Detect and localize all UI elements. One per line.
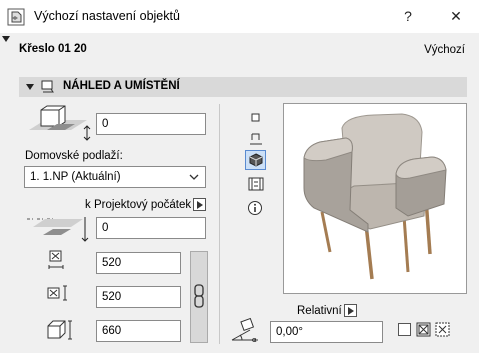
placement-section-icon — [41, 80, 54, 93]
depth-input[interactable]: 520 — [96, 286, 181, 308]
elevation-input[interactable]: 0 — [96, 113, 206, 135]
mirror-on-icon[interactable] — [416, 322, 431, 337]
rotation-angle-icon: α — [231, 317, 258, 344]
height-input[interactable]: 660 — [96, 320, 181, 342]
section-title: NÁHLED A UMÍSTĚNÍ — [63, 80, 180, 92]
triangle-down-icon[interactable] — [26, 84, 34, 90]
mirror-off-icon[interactable] — [435, 322, 450, 337]
armchair-preview-image — [303, 113, 447, 280]
info-icon[interactable] — [247, 200, 263, 216]
relative-menu-button[interactable] — [344, 304, 357, 317]
svg-text:α: α — [252, 336, 257, 344]
width-dimension-icon — [48, 250, 64, 269]
elevation-to-reference-icon — [27, 217, 89, 242]
home-story-label: Domovské podlaží: — [25, 150, 123, 162]
home-story-value: 1. 1.NP (Aktuální) — [30, 171, 121, 183]
list-view-icon[interactable] — [248, 176, 264, 192]
archicad-object-icon — [7, 8, 25, 26]
section-header[interactable]: NÁHLED A UMÍSTĚNÍ — [19, 77, 467, 97]
keep-proportions-toggle[interactable] — [190, 251, 208, 343]
close-button[interactable]: ✕ — [442, 4, 470, 28]
elevation-to-story-icon — [29, 105, 91, 141]
panel-collapse-icon[interactable] — [2, 36, 10, 42]
object-3d-preview[interactable] — [283, 103, 467, 294]
3d-view-icon — [249, 153, 263, 167]
rotation-angle-input[interactable]: 0,00° — [270, 321, 383, 343]
window-title: Výchozí nastavení objektů — [34, 9, 180, 23]
title-bar: Výchozí nastavení objektů ? ✕ — [0, 0, 479, 33]
mode-label: Výchozí — [424, 44, 465, 56]
column-divider — [219, 104, 220, 344]
reference-label: k Projektový počátek — [85, 199, 192, 211]
relative-label: Relativní — [297, 305, 342, 317]
triangle-right-icon — [197, 201, 203, 209]
section-view-icon[interactable] — [249, 132, 263, 146]
depth-dimension-icon — [47, 285, 67, 301]
reference-menu-button[interactable] — [193, 198, 206, 211]
chevron-down-icon — [189, 174, 199, 180]
no-mirror-button[interactable] — [398, 323, 411, 336]
triangle-right-icon — [348, 307, 354, 315]
height-dimension-icon — [47, 320, 72, 340]
reference-offset-input[interactable]: 0 — [96, 217, 206, 239]
width-input[interactable]: 520 — [96, 252, 181, 274]
object-name: Křeslo 01 20 — [19, 43, 87, 55]
3d-view-button[interactable] — [245, 150, 266, 170]
home-story-select[interactable]: 1. 1.NP (Aktuální) — [24, 166, 206, 188]
2d-view-icon[interactable] — [250, 112, 262, 124]
chain-link-icon — [194, 284, 204, 308]
help-button[interactable]: ? — [394, 4, 422, 28]
